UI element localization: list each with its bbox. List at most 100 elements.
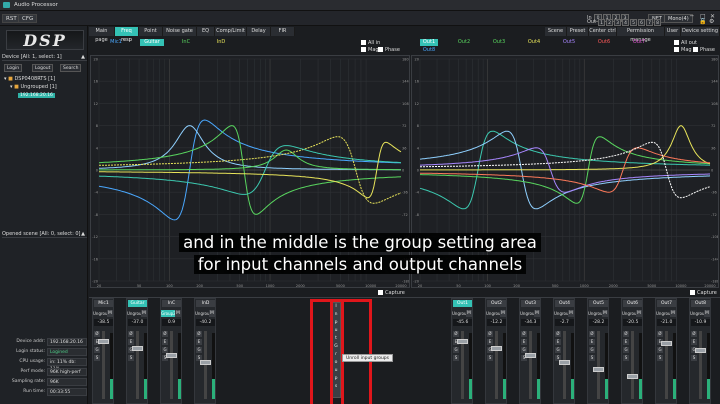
settings-icon[interactable]: ⚙ xyxy=(709,18,714,25)
tab-permission-manage[interactable]: Permission manage xyxy=(617,27,665,43)
capture-out-checkbox[interactable]: Capture xyxy=(690,290,717,296)
fader-knob[interactable] xyxy=(166,353,177,358)
tree-root[interactable]: ▾ ■ DSP0408RTS [1] xyxy=(4,76,57,82)
dyn-button[interactable]: G xyxy=(94,347,100,353)
chip-out3[interactable]: Out3 xyxy=(490,39,508,46)
chip-out5[interactable]: Out5 xyxy=(560,39,578,46)
phase-button[interactable]: Ø xyxy=(162,331,168,337)
lock-icon[interactable]: 🔒 xyxy=(699,18,706,25)
phase-button[interactable]: Ø xyxy=(487,331,493,337)
out-channel-2[interactable]: 2 xyxy=(606,19,613,26)
solo-button[interactable]: S xyxy=(128,355,134,361)
level-value[interactable]: 0.9 xyxy=(162,319,181,326)
out-channel-4[interactable]: 4 xyxy=(622,19,629,26)
fader-knob[interactable] xyxy=(695,348,706,353)
phase-button[interactable]: Ø xyxy=(128,331,134,337)
chip-guitar[interactable]: Guitar xyxy=(140,39,164,46)
channel-name[interactable]: Guitar xyxy=(128,300,147,307)
collapse-icon[interactable]: ▲ xyxy=(81,53,85,61)
minimize-icon[interactable]: ─ xyxy=(690,13,694,20)
group-select[interactable]: Ungroup xyxy=(554,310,571,317)
group-select[interactable]: Ungroup xyxy=(452,310,469,317)
out-channel-3[interactable]: 3 xyxy=(614,19,621,26)
dyn-button[interactable]: G xyxy=(589,347,595,353)
channel-name[interactable]: Out8 xyxy=(691,300,710,307)
mute-button[interactable]: M xyxy=(636,310,642,317)
solo-button[interactable]: S xyxy=(657,355,663,361)
group-select[interactable]: Group2 xyxy=(161,310,176,317)
out-channel-1[interactable]: 1 xyxy=(598,19,605,26)
phase-button[interactable]: Ø xyxy=(453,331,459,337)
channel-name[interactable]: Out7 xyxy=(657,300,676,307)
eq-button[interactable]: E xyxy=(623,339,629,345)
tab-delay[interactable]: Delay xyxy=(247,27,271,36)
fader-knob[interactable] xyxy=(593,367,604,372)
eq-button[interactable]: E xyxy=(521,339,527,345)
tab-comp-limit[interactable]: Comp/Limit xyxy=(215,27,247,36)
eq-button[interactable]: E xyxy=(487,339,493,345)
solo-button[interactable]: S xyxy=(589,355,595,361)
tab-freq-resp[interactable]: Freq resp xyxy=(115,27,139,43)
solo-button[interactable]: S xyxy=(623,355,629,361)
level-value[interactable]: -45.6 xyxy=(453,319,472,326)
check-mag-in[interactable]: Mag xyxy=(361,47,379,53)
chip-mic1[interactable]: Mic1 xyxy=(104,39,128,46)
fader-knob[interactable] xyxy=(98,339,109,344)
mute-button[interactable]: M xyxy=(500,310,506,317)
mono-button[interactable]: Mono(4) xyxy=(664,14,693,23)
phase-button[interactable]: Ø xyxy=(94,331,100,337)
group-select[interactable]: Ungroup xyxy=(588,310,605,317)
mute-button[interactable]: M xyxy=(534,310,540,317)
tab-fir[interactable]: FIR xyxy=(271,27,295,36)
group-select[interactable]: Ungroup xyxy=(520,310,537,317)
eq-button[interactable]: E xyxy=(691,339,697,345)
mute-button[interactable]: M xyxy=(107,310,113,317)
fader-knob[interactable] xyxy=(627,374,638,379)
dyn-button[interactable]: G xyxy=(657,347,663,353)
phase-button[interactable]: Ø xyxy=(691,331,697,337)
group-select[interactable]: Ungroup xyxy=(195,310,212,317)
tab-point[interactable]: Point xyxy=(139,27,163,36)
phase-button[interactable]: Ø xyxy=(196,331,202,337)
mute-button[interactable]: M xyxy=(670,310,676,317)
tab-preset[interactable]: Preset xyxy=(567,27,589,36)
level-value[interactable]: -28.2 xyxy=(589,319,608,326)
dyn-button[interactable]: G xyxy=(453,347,459,353)
cfg-menu[interactable]: CFG xyxy=(18,14,38,23)
tab-main-page[interactable]: Main page xyxy=(89,27,115,43)
level-value[interactable]: -12.2 xyxy=(487,319,506,326)
chip-out2[interactable]: Out2 xyxy=(455,39,473,46)
solo-button[interactable]: S xyxy=(94,355,100,361)
solo-button[interactable]: S xyxy=(453,355,459,361)
level-value[interactable]: -38.5 xyxy=(94,319,113,326)
tree-device[interactable]: 192.168.20.16 xyxy=(4,92,57,98)
level-value[interactable]: -40.2 xyxy=(196,319,215,326)
phase-button[interactable]: Ø xyxy=(555,331,561,337)
eq-button[interactable]: E xyxy=(162,339,168,345)
group-select[interactable]: Ungroup xyxy=(622,310,639,317)
chip-inc[interactable]: InC xyxy=(176,39,196,46)
out-channel-7[interactable]: 7 xyxy=(646,19,653,26)
level-value[interactable]: -20.5 xyxy=(623,319,642,326)
chip-out7[interactable]: Out7 xyxy=(630,39,648,46)
channel-name[interactable]: Out2 xyxy=(487,300,506,307)
phase-button[interactable]: Ø xyxy=(623,331,629,337)
level-value[interactable]: -34.3 xyxy=(521,319,540,326)
eq-button[interactable]: E xyxy=(196,339,202,345)
chip-out8[interactable]: Out8 xyxy=(420,47,438,54)
mute-button[interactable]: M xyxy=(568,310,574,317)
fader-knob[interactable] xyxy=(491,346,502,351)
mute-button[interactable]: M xyxy=(466,310,472,317)
channel-name[interactable]: InD xyxy=(196,300,215,307)
dyn-button[interactable]: G xyxy=(555,347,561,353)
tab-scene[interactable]: Scene xyxy=(545,27,567,36)
dyn-button[interactable]: G xyxy=(623,347,629,353)
mute-button[interactable]: M xyxy=(602,310,608,317)
level-value[interactable]: -10.9 xyxy=(691,319,710,326)
phase-button[interactable]: Ø xyxy=(521,331,527,337)
out-channel-5[interactable]: 5 xyxy=(630,19,637,26)
channel-name[interactable]: InC xyxy=(162,300,181,307)
chip-out4[interactable]: Out4 xyxy=(525,39,543,46)
login-button[interactable]: Login xyxy=(4,64,23,72)
check-mag-out[interactable]: Mag xyxy=(674,47,692,53)
